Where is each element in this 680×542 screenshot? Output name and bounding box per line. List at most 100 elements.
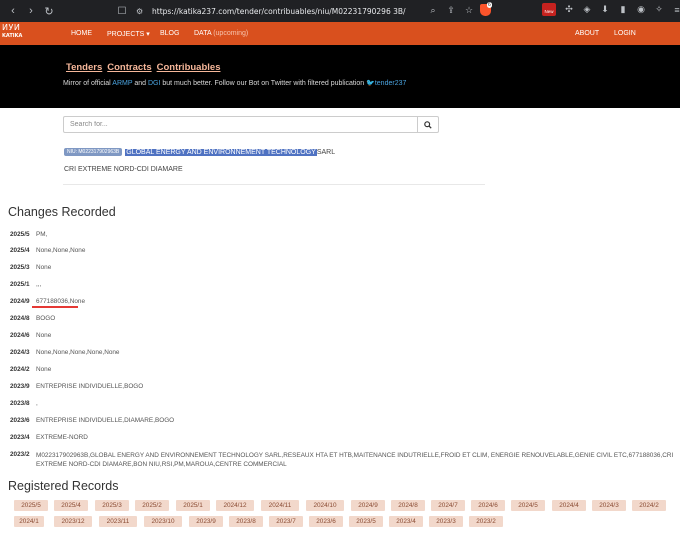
record-button[interactable]: 2024/4 — [552, 500, 586, 511]
hero-banner: Tenders Contracts Contribuables Mirror of … — [0, 45, 680, 108]
nav-home[interactable]: HOME — [71, 30, 92, 37]
back-icon[interactable]: ‹ — [4, 5, 22, 17]
record-button[interactable]: 2023/10 — [144, 516, 182, 527]
change-value: ENTREPRISE INDIVIDUELLE,DIAMARE,BOGO — [36, 417, 175, 424]
link-twitter[interactable]: 🐦tender237 — [366, 80, 406, 87]
link-contracts[interactable]: Contracts — [107, 62, 151, 73]
menu-icon[interactable]: ≡ — [668, 5, 680, 15]
record-button[interactable]: 2024/7 — [431, 500, 465, 511]
url-text[interactable]: https://katika237.com/tender/contribuabl… — [152, 7, 406, 16]
record-button[interactable]: 2023/11 — [99, 516, 137, 527]
link-contribuables[interactable]: Contribuables — [157, 62, 221, 73]
change-period: 2023/2 — [10, 451, 30, 458]
change-value: EXTREME-NORD — [36, 434, 88, 441]
record-button[interactable]: 2025/5 — [14, 500, 48, 511]
change-value: PM, — [36, 231, 48, 238]
sidebar-icon[interactable]: ▮ — [614, 4, 632, 15]
record-button[interactable]: 2024/2 — [632, 500, 666, 511]
change-period: 2025/5 — [10, 231, 30, 238]
change-value: , — [36, 400, 38, 407]
downloads-icon[interactable]: ⬇ — [596, 4, 614, 15]
link-armp[interactable]: ARMP — [112, 80, 132, 87]
profile-icon[interactable]: ◉ — [632, 4, 650, 15]
record-button[interactable]: 2024/11 — [261, 500, 299, 511]
search-bar — [63, 116, 439, 133]
change-value: M022317902963B,GLOBAL ENERGY AND ENVIRON… — [36, 452, 674, 468]
niu-badge: NIU: M022317902963B — [64, 148, 123, 156]
nav-data[interactable]: DATA (upcoming) — [194, 30, 248, 37]
record-button[interactable]: 2023/12 — [54, 516, 92, 527]
record-button[interactable]: 2024/1 — [14, 516, 44, 527]
change-value: ENTREPRISE INDIVIDUELLE,BOGO — [36, 383, 144, 390]
change-period: 2024/6 — [10, 332, 30, 339]
wallet-icon[interactable]: ◈ — [578, 4, 596, 15]
change-value: None,None,None,None,None — [36, 349, 120, 356]
change-period: 2024/3 — [10, 349, 30, 356]
records-title: Registered Records — [8, 479, 119, 493]
search-button[interactable] — [418, 116, 439, 133]
change-period: 2023/6 — [10, 417, 30, 424]
record-button[interactable]: 2025/2 — [135, 500, 169, 511]
company-heading: NIU: M022317902963B GLOBAL ENERGY AND EN… — [64, 148, 335, 156]
record-button[interactable]: 2025/1 — [176, 500, 210, 511]
search-input[interactable] — [63, 116, 418, 133]
site-navbar: ИУИ KATIKA HOME PROJECTS ▾ BLOG DATA (up… — [0, 22, 680, 45]
record-button[interactable]: 2023/3 — [429, 516, 463, 527]
divider — [63, 184, 485, 185]
share-icon[interactable]: ⇪ — [442, 5, 460, 16]
record-button[interactable]: 2024/12 — [216, 500, 254, 511]
record-button[interactable]: 2024/9 — [351, 500, 385, 511]
record-button[interactable]: 2024/5 — [511, 500, 545, 511]
zoom-icon[interactable]: ⌕ — [424, 5, 442, 16]
katika-logo[interactable]: ИУИ KATIKA — [2, 23, 26, 44]
site-info-icon[interactable]: ⚙ — [136, 7, 152, 16]
browser-toolbar: ‹ › ↻ ☐ ⚙ https://katika237.com/tender/c… — [0, 0, 680, 22]
record-button[interactable]: 2023/8 — [229, 516, 263, 527]
extensions-icon[interactable]: ✣ — [560, 4, 578, 15]
record-button[interactable]: 2024/8 — [391, 500, 425, 511]
record-button[interactable]: 2023/5 — [349, 516, 383, 527]
bookmark-icon[interactable]: ☐ — [114, 6, 130, 17]
company-suffix: SARL — [316, 148, 336, 156]
change-period: 2024/9 — [10, 298, 30, 305]
leo-icon[interactable]: ✧ — [650, 4, 668, 15]
record-button[interactable]: 2023/7 — [269, 516, 303, 527]
company-name: GLOBAL ENERGY AND ENVIRONNEMENT TECHNOLO… — [125, 148, 317, 156]
star-icon[interactable]: ☆ — [460, 5, 478, 16]
record-button[interactable]: 2023/2 — [469, 516, 503, 527]
change-value: BOGO — [36, 315, 56, 322]
nav-blog[interactable]: BLOG — [160, 30, 179, 37]
link-tenders[interactable]: Tenders — [66, 62, 102, 73]
record-button[interactable]: 2023/4 — [389, 516, 423, 527]
change-period: 2024/8 — [10, 315, 30, 322]
new-extension-icon[interactable]: New — [542, 3, 556, 16]
reload-icon[interactable]: ↻ — [40, 5, 58, 18]
record-button[interactable]: 2023/6 — [309, 516, 343, 527]
mirror-text: Mirror of official ARMP and DGI but much… — [63, 80, 407, 87]
change-period: 2024/2 — [10, 366, 30, 373]
change-value: None — [36, 264, 52, 271]
record-button[interactable]: 2024/3 — [592, 500, 626, 511]
record-button[interactable]: 2025/4 — [54, 500, 88, 511]
record-button[interactable]: 2025/3 — [95, 500, 129, 511]
link-dgi[interactable]: DGI — [148, 80, 160, 87]
change-period: 2025/3 — [10, 264, 30, 271]
forward-icon[interactable]: › — [22, 5, 40, 17]
nav-projects[interactable]: PROJECTS ▾ — [107, 30, 150, 38]
change-value: None — [36, 366, 52, 373]
record-button[interactable]: 2024/10 — [306, 500, 344, 511]
change-value: 677188036,None — [36, 298, 86, 305]
nav-login[interactable]: LOGIN — [614, 30, 636, 37]
brave-shield-icon[interactable]: 6 — [478, 2, 496, 17]
red-underline-annotation — [32, 306, 78, 308]
search-icon — [424, 120, 432, 129]
change-period: 2023/4 — [10, 434, 30, 441]
change-period: 2025/4 — [10, 247, 30, 254]
record-button[interactable]: 2024/6 — [471, 500, 505, 511]
change-value: None — [36, 332, 52, 339]
company-cri: CRI EXTREME NORD-CDI DIAMARE — [64, 166, 183, 173]
change-period: 2025/1 — [10, 281, 30, 288]
nav-about[interactable]: ABOUT — [575, 30, 599, 37]
section-links: Tenders Contracts Contribuables — [66, 62, 225, 73]
record-button[interactable]: 2023/9 — [189, 516, 223, 527]
